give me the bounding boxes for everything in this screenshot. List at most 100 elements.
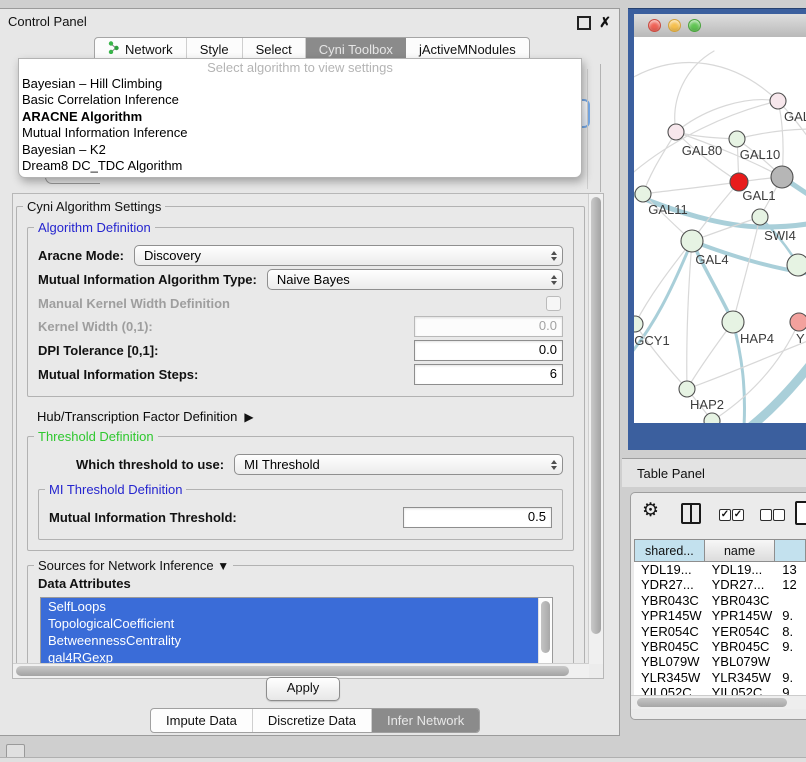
table-row[interactable]: YER054CYER054C8. xyxy=(634,624,806,639)
table-horizontal-scrollbar[interactable] xyxy=(631,695,806,709)
table-cell[interactable]: 9. xyxy=(775,670,806,685)
expand-down-icon[interactable]: ▼ xyxy=(217,559,229,573)
unchecked-box-icon[interactable] xyxy=(773,509,785,521)
network-window-titlebar[interactable] xyxy=(634,14,806,38)
table-cell[interactable]: YDR27... xyxy=(634,577,705,592)
table-row[interactable]: YDL19...YDL19...13 xyxy=(634,562,806,577)
algorithm-option[interactable]: Bayesian – K2 xyxy=(19,142,581,158)
table-row[interactable]: YBR043CYBR043C xyxy=(634,593,806,608)
checked-box-icon[interactable]: ✓ xyxy=(719,509,731,521)
scrollbar-corner xyxy=(589,664,603,678)
settings-vertical-scrollbar[interactable] xyxy=(588,194,603,664)
algorithm-option[interactable]: Bayesian – Hill Climbing xyxy=(19,76,581,92)
network-node-y[interactable] xyxy=(790,313,806,331)
node-label: GAL4 xyxy=(695,252,728,267)
mi-threshold-field[interactable]: 0.5 xyxy=(403,507,552,528)
settings-hscroll-thumb[interactable] xyxy=(16,666,569,676)
close-panel-icon[interactable]: ✗ xyxy=(599,14,611,31)
network-node[interactable] xyxy=(787,254,806,276)
zoom-window-icon[interactable] xyxy=(688,19,701,32)
tab-infer-network[interactable]: Infer Network xyxy=(372,709,479,732)
table-cell[interactable]: YBR043C xyxy=(634,593,705,608)
network-node-gal80[interactable] xyxy=(668,124,684,140)
which-threshold-select[interactable]: MI Threshold xyxy=(234,454,563,475)
hub-definition-expander[interactable]: Hub/Transcription Factor Definition ▶ xyxy=(37,409,574,424)
unchecked-box-icon[interactable] xyxy=(760,509,772,521)
float-panel-icon[interactable] xyxy=(577,16,591,30)
table-cell[interactable]: YBR045C xyxy=(634,639,705,654)
table-cell[interactable]: YDL19... xyxy=(705,562,776,577)
algorithm-option[interactable]: ARACNE Algorithm xyxy=(19,109,581,125)
table-cell[interactable] xyxy=(775,654,806,669)
table-cell[interactable]: YPR145W xyxy=(705,608,776,623)
which-threshold-value: MI Threshold xyxy=(235,457,546,472)
checked-box-icon[interactable]: ✓ xyxy=(732,509,744,521)
aracne-mode-select[interactable]: Discovery xyxy=(134,245,563,266)
threshold-definition-group: Threshold Definition Which threshold to … xyxy=(27,436,574,551)
table-row[interactable]: YPR145WYPR145W9. xyxy=(634,608,806,623)
table-cell[interactable]: YBR043C xyxy=(705,593,776,608)
column-header-shared...[interactable]: shared... xyxy=(634,539,705,562)
settings-horizontal-scrollbar[interactable] xyxy=(13,663,589,678)
algorithm-definition-title: Algorithm Definition xyxy=(34,220,155,235)
table-row[interactable]: YLR345WYLR345W9. xyxy=(634,670,806,685)
table-cell[interactable]: 8. xyxy=(775,624,806,639)
minimize-window-icon[interactable] xyxy=(668,19,681,32)
apply-button[interactable]: Apply xyxy=(266,677,340,701)
table-hscroll-thumb[interactable] xyxy=(637,698,787,707)
tab-discretize-data[interactable]: Discretize Data xyxy=(253,709,372,732)
dpi-tolerance-field[interactable]: 0.0 xyxy=(414,340,563,361)
table-cell[interactable]: YBR045C xyxy=(705,639,776,654)
network-canvas[interactable]: GALGAL80GAL10GAL1GAL11SWI4GAL4GCY1HAP4YH… xyxy=(634,37,806,423)
gear-icon[interactable]: ⚙ xyxy=(642,499,659,522)
table-cell[interactable]: YER054C xyxy=(634,624,705,639)
table-cell[interactable]: 9. xyxy=(775,608,806,623)
table-cell[interactable]: 13 xyxy=(775,562,806,577)
table-cell[interactable]: 12 xyxy=(775,577,806,592)
attribute-item[interactable]: BetweennessCentrality xyxy=(41,632,539,649)
column-header-name[interactable]: name xyxy=(705,539,776,562)
attributes-scrollbar[interactable] xyxy=(538,598,552,664)
close-window-icon[interactable] xyxy=(648,19,661,32)
network-node-gcy1[interactable] xyxy=(634,316,643,332)
tab-impute-data[interactable]: Impute Data xyxy=(151,709,253,732)
table-row[interactable]: YBL079WYBL079W xyxy=(634,654,806,669)
network-node-gal11[interactable] xyxy=(635,186,651,202)
network-node-gal[interactable] xyxy=(770,93,786,109)
dpi-tolerance-row: DPI Tolerance [0,1]: 0.0 xyxy=(38,340,563,361)
table-row[interactable]: YBR045CYBR045C9. xyxy=(634,639,806,654)
table-row[interactable]: YDR27...YDR27...12 xyxy=(634,577,806,592)
table-cell[interactable]: YDL19... xyxy=(634,562,705,577)
attribute-item[interactable]: gal4RGexp xyxy=(41,649,539,664)
table-cell[interactable]: 9. xyxy=(775,639,806,654)
network-node-gal10[interactable] xyxy=(729,131,745,147)
network-node-hap4[interactable] xyxy=(722,311,744,333)
mi-steps-field[interactable]: 6 xyxy=(414,364,563,385)
sources-group: Sources for Network Inference ▼ Data Att… xyxy=(27,565,574,664)
document-icon[interactable] xyxy=(795,501,806,525)
attributes-scrollbar-thumb[interactable] xyxy=(541,601,550,653)
network-node[interactable] xyxy=(704,413,720,423)
network-node[interactable] xyxy=(771,166,793,188)
settings-vscroll-thumb[interactable] xyxy=(591,197,601,634)
attribute-item[interactable]: SelfLoops xyxy=(41,598,539,615)
table-cell[interactable]: YBL079W xyxy=(705,654,776,669)
table-cell[interactable] xyxy=(775,593,806,608)
table-cell[interactable]: YLR345W xyxy=(634,670,705,685)
network-node-gal4[interactable] xyxy=(681,230,703,252)
attribute-item[interactable]: TopologicalCoefficient xyxy=(41,615,539,632)
table-cell[interactable]: YDR27... xyxy=(705,577,776,592)
algorithm-option[interactable]: Basic Correlation Inference xyxy=(19,92,581,108)
algorithm-option[interactable]: Mutual Information Inference xyxy=(19,125,581,141)
algorithm-option[interactable]: Dream8 DC_TDC Algorithm xyxy=(19,158,581,174)
hub-definition-label: Hub/Transcription Factor Definition xyxy=(37,409,237,424)
table-cell[interactable]: YLR345W xyxy=(705,670,776,685)
column-header-clipped[interactable] xyxy=(775,539,806,562)
network-node-hap2[interactable] xyxy=(679,381,695,397)
table-cell[interactable]: YBL079W xyxy=(634,654,705,669)
mi-type-select[interactable]: Naive Bayes xyxy=(267,269,563,290)
columns-icon[interactable] xyxy=(681,503,701,524)
network-node-swi4[interactable] xyxy=(752,209,768,225)
table-cell[interactable]: YPR145W xyxy=(634,608,705,623)
table-cell[interactable]: YER054C xyxy=(705,624,776,639)
